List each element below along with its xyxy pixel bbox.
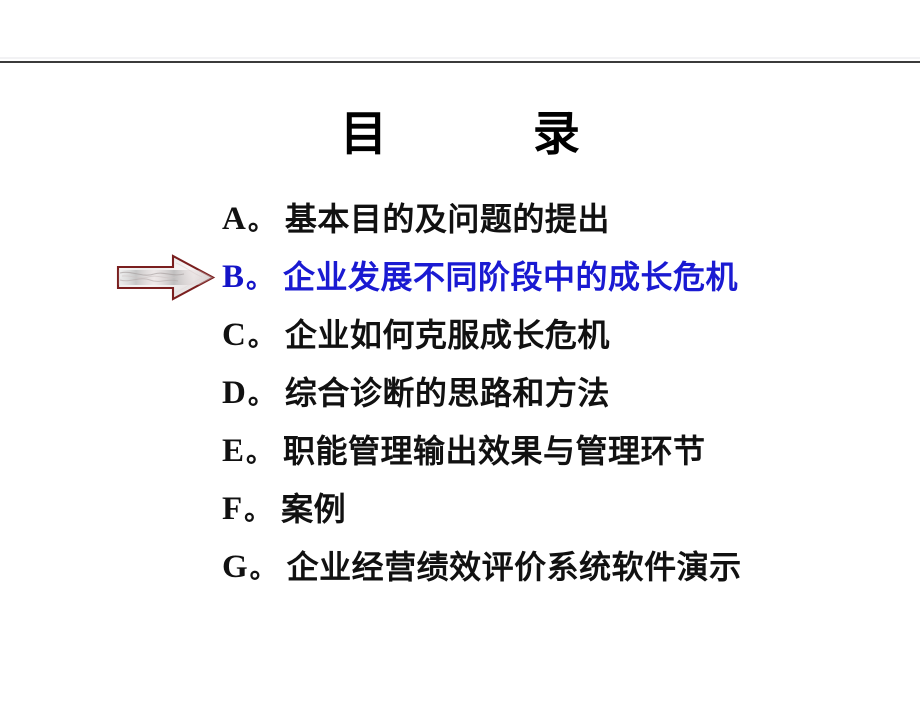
toc-item-f[interactable]: F 。 案例: [0, 480, 920, 538]
toc-item-b[interactable]: B 。 企业发展不同阶段中的成长危机: [0, 248, 920, 306]
toc-item-label: 企业经营绩效评价系统软件演示: [286, 548, 742, 586]
right-block-arrow-icon: [116, 253, 216, 302]
toc-item-label: 职能管理输出效果与管理环节: [283, 432, 706, 470]
table-of-contents-list: A 。 基本目的及问题的提出 B 。 企业发展不同阶段中的成长危机 C 。 企业…: [0, 190, 920, 596]
toc-item-letter: D: [222, 374, 246, 411]
page-title: 目 录: [340, 109, 600, 161]
slide-canvas: 目 录 A 。 基本目的及问题的提出 B 。 企业发展不同阶段中的成长危机 C …: [0, 0, 920, 716]
toc-item-letter: G: [222, 548, 248, 585]
toc-item-c[interactable]: C 。 企业如何克服成长危机: [0, 306, 920, 364]
header-divider-ghost: [0, 57, 920, 59]
toc-item-separator: 。: [246, 263, 274, 294]
toc-item-separator: 。: [246, 437, 274, 468]
toc-item-label: 案例: [281, 490, 347, 528]
toc-item-d[interactable]: D 。 综合诊断的思路和方法: [0, 364, 920, 422]
toc-item-letter: B: [222, 258, 245, 295]
toc-item-separator: 。: [247, 205, 275, 236]
toc-item-label: 基本目的及问题的提出: [284, 200, 610, 238]
toc-item-letter: C: [222, 316, 246, 353]
toc-item-letter: A: [222, 200, 246, 237]
toc-item-a[interactable]: A 。 基本目的及问题的提出: [0, 190, 920, 248]
toc-item-g[interactable]: G 。 企业经营绩效评价系统软件演示: [0, 538, 920, 596]
toc-item-separator: 。: [247, 321, 275, 352]
toc-item-separator: 。: [247, 379, 275, 410]
toc-item-letter: E: [222, 432, 245, 469]
toc-item-label: 企业发展不同阶段中的成长危机: [283, 258, 739, 296]
toc-item-separator: 。: [244, 495, 272, 526]
toc-item-letter: F: [222, 490, 243, 527]
toc-item-e[interactable]: E 。 职能管理输出效果与管理环节: [0, 422, 920, 480]
header-divider: [0, 61, 920, 63]
toc-item-separator: 。: [249, 553, 277, 584]
toc-item-label: 综合诊断的思路和方法: [284, 374, 610, 412]
toc-item-label: 企业如何克服成长危机: [284, 316, 610, 354]
